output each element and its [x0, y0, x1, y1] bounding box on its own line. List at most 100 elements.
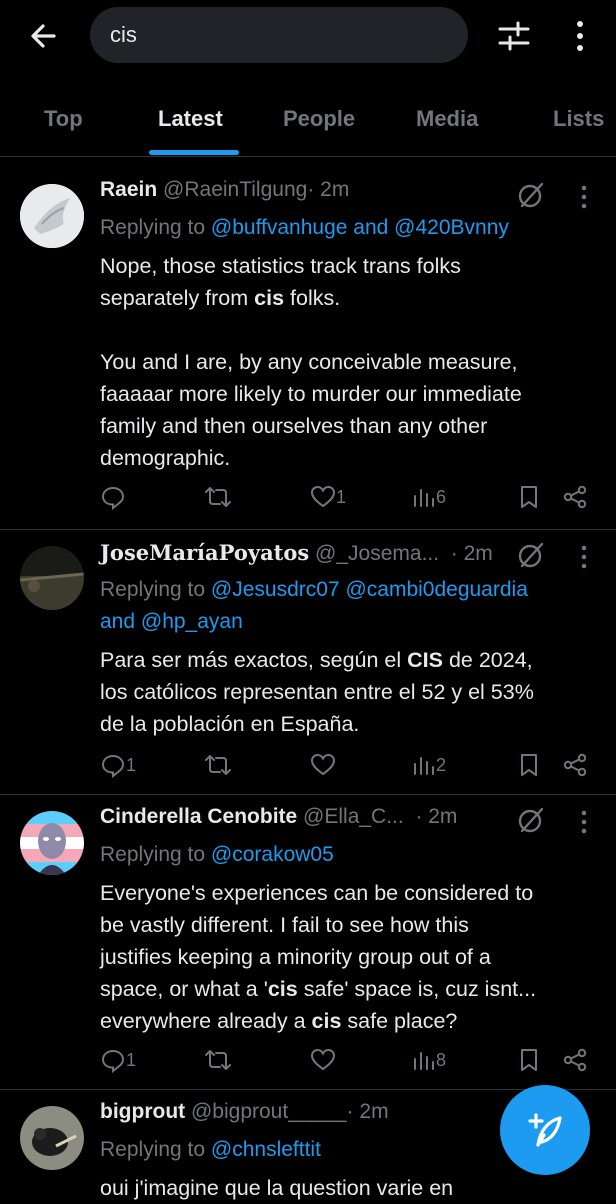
share-icon [563, 1048, 587, 1072]
share-button[interactable] [562, 752, 588, 778]
like-button[interactable] [310, 1047, 336, 1073]
search-tabs: Top Latest People Media Lists [0, 90, 616, 157]
reply-button[interactable]: 1 [100, 1047, 136, 1073]
share-icon [563, 485, 587, 509]
grok-icon[interactable] [516, 805, 546, 835]
like-icon [310, 485, 336, 508]
compose-icon [528, 1113, 562, 1147]
view-count: 2 [436, 754, 447, 775]
retweet-button[interactable] [204, 1047, 232, 1073]
reply-count: 1 [126, 754, 137, 775]
views-button[interactable]: 2 [412, 752, 446, 778]
tweet-header: bigprout @bigprout_____· 2m [100, 1100, 389, 1124]
tweet-text-line: Nope, those statistics track trans folks [100, 254, 461, 278]
like-icon [310, 753, 336, 776]
tweet-actions: 1 8 [100, 1047, 600, 1077]
tweet-text-line: be vastly different. I fail to see how t… [100, 913, 469, 937]
tweet-text-line: faaaaar more likely to murder our immedi… [100, 382, 522, 406]
like-button[interactable] [310, 752, 336, 778]
tweet-text: oui j'imagine que la question varie en [100, 1172, 600, 1204]
tweet[interactable]: Cinderella Cenobite @Ella_C... · 2m Repl… [0, 795, 616, 1090]
display-name[interactable]: bigprout [100, 1100, 185, 1123]
active-tab-indicator [149, 150, 239, 155]
more-vertical-icon[interactable] [574, 807, 594, 837]
display-name[interactable]: JoseMaríaPoyatos [100, 540, 309, 565]
tweet-text-line: space, or what a 'cis safe' space is, cu… [100, 977, 537, 1001]
back-arrow-icon[interactable] [26, 18, 66, 54]
timestamp: · 2m [307, 178, 350, 201]
more-vertical-icon[interactable] [574, 542, 594, 572]
timestamp: · 2m [450, 542, 493, 565]
grok-icon[interactable] [516, 540, 546, 570]
views-button[interactable]: 8 [412, 1047, 446, 1073]
mention-link[interactable]: @chnslefttit [211, 1138, 321, 1161]
compose-button[interactable] [500, 1085, 590, 1175]
search-input[interactable]: cis [90, 7, 468, 63]
avatar[interactable] [20, 546, 84, 610]
username[interactable]: @bigprout_____ [191, 1100, 347, 1123]
share-button[interactable] [562, 484, 588, 510]
display-name[interactable]: Cinderella Cenobite [100, 805, 297, 828]
retweet-button[interactable] [204, 752, 232, 778]
tweet-header: JoseMaríaPoyatos @_Josema... · 2m [100, 540, 493, 566]
bookmark-button[interactable] [518, 1047, 540, 1073]
timestamp: · 2m [415, 805, 458, 828]
tweet[interactable]: JoseMaríaPoyatos @_Josema... · 2m Replyi… [0, 530, 616, 795]
tweet-text-line: los católicos representan entre el 52 y … [100, 680, 534, 704]
reply-icon [101, 754, 125, 778]
like-button[interactable]: 1 [310, 484, 346, 510]
retweet-button[interactable] [204, 484, 232, 510]
tweet-actions: 1 2 [100, 752, 600, 782]
bookmark-icon [521, 1049, 537, 1071]
display-name[interactable]: Raein [100, 178, 157, 201]
tab-top[interactable]: Top [44, 106, 83, 132]
grok-icon[interactable] [516, 180, 546, 210]
bookmark-icon [521, 754, 537, 776]
tweet-text-line: You and I are, by any conceivable measur… [100, 350, 518, 374]
tab-lists[interactable]: Lists [553, 106, 604, 132]
top-bar: cis [0, 0, 616, 72]
tab-people[interactable]: People [283, 106, 355, 132]
bookmark-button[interactable] [518, 484, 540, 510]
views-icon [414, 757, 434, 775]
replying-prefix: Replying to [100, 216, 211, 239]
username[interactable]: @RaeinTilgung [163, 178, 307, 201]
username[interactable]: @Ella_C... [303, 805, 404, 828]
tweet-text-line: everywhere already a cis safe place? [100, 1009, 458, 1033]
mention-link[interactable]: @Jesusdrc07 @cambi0deguardia [211, 578, 528, 601]
tab-latest[interactable]: Latest [158, 106, 223, 132]
username[interactable]: @_Josema... [315, 542, 439, 565]
tweet-text-line: Para ser más exactos, según el CIS de 20… [100, 648, 533, 672]
reply-button[interactable] [100, 484, 126, 510]
like-count: 1 [336, 486, 347, 507]
tweet-header: Raein @RaeinTilgung· 2m [100, 178, 349, 202]
replying-to: Replying to @Jesusdrc07 @cambi0deguardia… [100, 574, 528, 638]
reply-icon [101, 486, 125, 510]
bookmark-button[interactable] [518, 752, 540, 778]
views-icon [414, 489, 434, 507]
tab-media[interactable]: Media [416, 106, 478, 132]
tweet-text: Everyone's experiences can be considered… [100, 877, 600, 1037]
avatar[interactable] [20, 1106, 84, 1170]
mention-link[interactable]: and @hp_ayan [100, 606, 528, 638]
replying-to: Replying to @corakow05 [100, 839, 334, 871]
tweet-header: Cinderella Cenobite @Ella_C... · 2m [100, 805, 457, 829]
tweet-text-line: separately from cis folks. [100, 286, 341, 310]
more-vertical-icon[interactable] [568, 16, 592, 56]
filter-icon[interactable] [494, 18, 534, 54]
avatar[interactable] [20, 184, 84, 248]
tweet[interactable]: Raein @RaeinTilgung· 2m Replying to @buf… [0, 168, 616, 530]
tweet-text: Nope, those statistics track trans folks… [100, 250, 600, 474]
mention-link[interactable]: @buffvanhuge and @420Bvnny [211, 216, 509, 239]
views-button[interactable]: 6 [412, 484, 446, 510]
tweet-text-line: Everyone's experiences can be considered… [100, 881, 534, 905]
mention-link[interactable]: @corakow05 [211, 843, 334, 866]
tweet-actions: 1 6 [100, 484, 600, 514]
avatar[interactable] [20, 811, 84, 875]
more-vertical-icon[interactable] [574, 182, 594, 212]
reply-button[interactable]: 1 [100, 752, 136, 778]
replying-prefix: Replying to [100, 578, 211, 601]
retweet-icon [205, 487, 231, 507]
share-button[interactable] [562, 1047, 588, 1073]
